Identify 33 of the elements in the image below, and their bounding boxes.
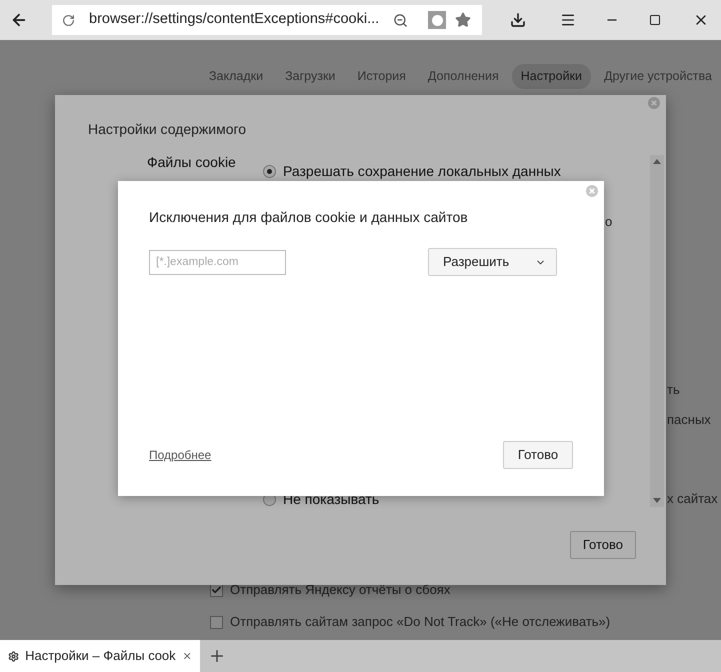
behavior-dropdown[interactable]: Разрешить	[428, 248, 557, 276]
checkbox-label: Отправлять Яндексу отчёты о сбоях	[230, 581, 450, 600]
zoom-out-icon[interactable]	[393, 12, 408, 28]
text-fragment: о	[605, 213, 612, 231]
download-icon[interactable]	[510, 12, 526, 28]
back-icon[interactable]	[10, 11, 28, 29]
star-icon[interactable]	[455, 12, 472, 28]
dialog-title: Исключения для файлов cookie и данных сайтов	[149, 208, 469, 227]
section-label: Файлы cookie	[147, 153, 236, 172]
gear-icon	[8, 648, 20, 664]
pattern-field[interactable]: [*.]example.com	[149, 250, 286, 274]
text-fragment: пасных	[667, 411, 711, 429]
scroll-up-icon[interactable]	[653, 159, 661, 164]
scroll-down-icon[interactable]	[653, 498, 661, 503]
tab-title: Настройки – Файлы cook	[25, 647, 176, 666]
done-button[interactable]: Готово	[570, 531, 636, 559]
scrollbar[interactable]	[650, 155, 664, 507]
done-button[interactable]: Готово	[503, 441, 573, 469]
address-bar[interactable]: browser://settings/contentExceptions#cooki...	[52, 5, 482, 35]
checkbox[interactable]	[210, 616, 223, 628]
learn-more-link[interactable]: Подробнее	[149, 446, 212, 464]
reload-icon[interactable]	[62, 14, 75, 26]
radio-button[interactable]	[263, 165, 276, 178]
text-fragment: ть	[667, 381, 680, 399]
radio-label: Разрешать сохранение локальных данных	[283, 162, 561, 181]
new-tab-icon[interactable]	[208, 647, 226, 665]
checkbox-label: Отправлять сайтам запрос «Do Not Track» («Не отслеживать»)	[230, 613, 610, 632]
dialog-title: Настройки содержимого	[88, 120, 248, 139]
text-fragment: х сайтах	[667, 490, 718, 508]
browser-tab[interactable]: Настройки – Файлы cook	[0, 640, 200, 672]
menu-icon[interactable]	[560, 12, 576, 28]
address-text: browser://settings/contentExceptions#cooki...	[89, 10, 380, 30]
maximize-icon[interactable]	[649, 14, 661, 26]
